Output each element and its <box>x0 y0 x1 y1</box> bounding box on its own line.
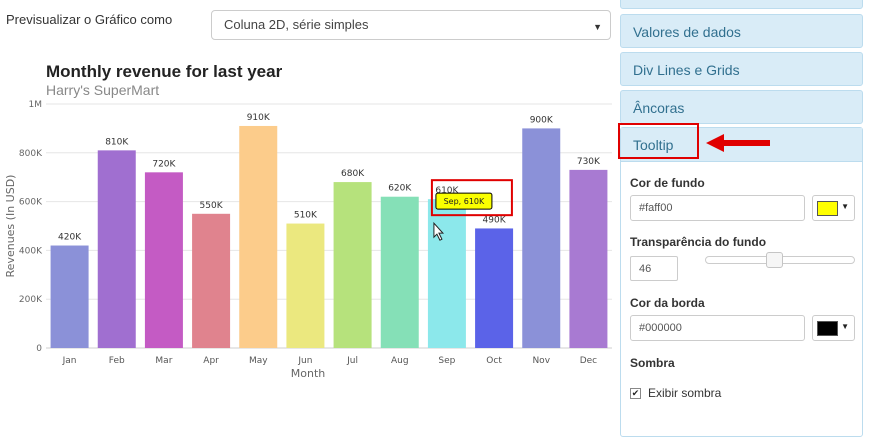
accordion-valores-label: Valores de dados <box>633 24 741 40</box>
x-tick-label: Apr <box>203 356 219 366</box>
data-label: 550K <box>200 201 224 211</box>
accordion-valores-de-dados[interactable]: Valores de dados <box>620 14 863 48</box>
accordion-ancoras-label: Âncoras <box>633 100 685 116</box>
bg-color-label: Cor de fundo <box>630 176 705 190</box>
bar-nov <box>522 128 561 348</box>
y-tick-label: 1M <box>29 100 43 110</box>
bar-jan <box>50 245 89 348</box>
data-label: 910K <box>247 113 271 123</box>
chart-title: Monthly revenue for last year <box>46 62 283 81</box>
border-color-picker[interactable]: ▼ <box>812 315 855 341</box>
x-tick-label: May <box>249 356 268 366</box>
x-tick-label: Dec <box>580 356 597 366</box>
y-tick-label: 800K <box>19 149 43 159</box>
bar-feb <box>97 150 136 348</box>
x-tick-label: Jan <box>62 356 77 366</box>
chart-tooltip-text: Sep, 610K <box>444 197 485 206</box>
bar-sep <box>427 199 466 348</box>
arrow-left-icon <box>706 134 770 152</box>
shadow-checkbox-label: Exibir sombra <box>648 386 722 400</box>
preview-label: Previsualizar o Gráfico como <box>6 12 173 27</box>
tooltip-highlight-box <box>618 123 699 159</box>
data-label: 810K <box>105 137 129 147</box>
transparency-label: Transparência do fundo <box>630 235 767 249</box>
caret-down-icon: ▼ <box>841 322 849 331</box>
accordion-ancoras[interactable]: Âncoras <box>620 90 863 124</box>
chart-type-select[interactable]: Coluna 2D, série simples ▼ <box>211 10 611 40</box>
bar-aug <box>380 196 419 348</box>
y-axis-label: Revenues (In USD) <box>4 175 17 278</box>
accordion-top-section[interactable] <box>620 0 863 9</box>
transparency-input[interactable]: 46 <box>630 256 678 281</box>
data-label: 620K <box>388 184 412 194</box>
bg-color-picker[interactable]: ▼ <box>812 195 855 221</box>
x-tick-label: Jun <box>297 356 312 366</box>
bg-color-swatch <box>817 201 838 216</box>
x-tick-label: Oct <box>486 356 502 366</box>
bar-dec <box>569 169 608 348</box>
x-tick-label: Sep <box>438 356 455 366</box>
y-tick-label: 600K <box>19 198 43 208</box>
bar-mar <box>144 172 183 348</box>
accordion-div-lines-label: Div Lines e Grids <box>633 62 740 78</box>
bg-color-input[interactable]: #faff00 <box>630 195 805 221</box>
data-label: 900K <box>530 115 554 125</box>
x-tick-label: Mar <box>155 356 172 366</box>
bar-jul <box>333 182 372 348</box>
y-tick-label: 400K <box>19 246 43 256</box>
x-tick-label: Jul <box>346 356 358 366</box>
data-label: 510K <box>294 211 318 221</box>
bar-oct <box>475 228 514 348</box>
chart-subtitle: Harry's SuperMart <box>46 82 159 98</box>
chevron-down-icon: ▼ <box>593 22 602 32</box>
data-label: 420K <box>58 233 82 243</box>
y-tick-label: 200K <box>19 295 43 305</box>
data-label: 680K <box>341 169 365 179</box>
transparency-slider-handle[interactable] <box>766 252 784 268</box>
data-label: 490K <box>483 215 507 225</box>
x-axis-label: Month <box>291 367 326 380</box>
bar-jun <box>286 223 325 348</box>
shadow-heading: Sombra <box>630 356 675 370</box>
data-label: 720K <box>152 159 176 169</box>
border-color-label: Cor da borda <box>630 296 705 310</box>
bar-apr <box>192 213 231 348</box>
border-color-input[interactable]: #000000 <box>630 315 805 341</box>
shadow-checkbox[interactable]: ✔ <box>630 388 641 399</box>
accordion-div-lines-grids[interactable]: Div Lines e Grids <box>620 52 863 86</box>
border-color-swatch <box>817 321 838 336</box>
x-tick-label: Feb <box>109 356 125 366</box>
caret-down-icon: ▼ <box>841 202 849 211</box>
y-tick-label: 0 <box>36 344 42 354</box>
revenue-chart: Monthly revenue for last yearHarry's Sup… <box>4 62 612 380</box>
chart-type-value: Coluna 2D, série simples <box>224 17 369 32</box>
x-tick-label: Aug <box>391 356 409 366</box>
x-tick-label: Nov <box>532 356 550 366</box>
bar-may <box>239 125 278 349</box>
data-label: 730K <box>577 157 601 167</box>
